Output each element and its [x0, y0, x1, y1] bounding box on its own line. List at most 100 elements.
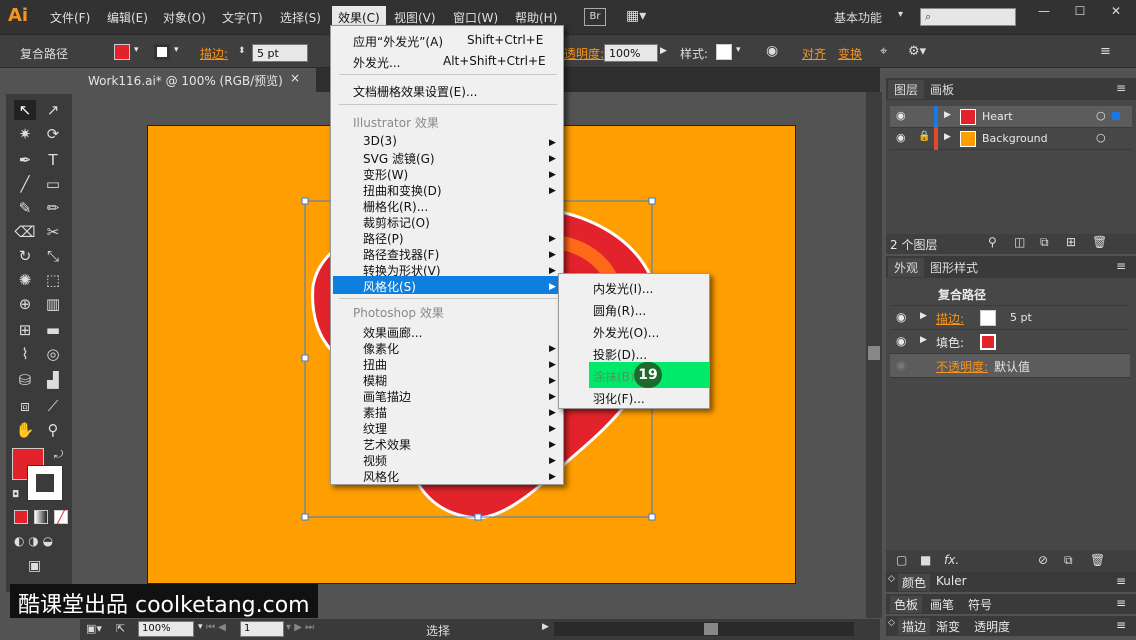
tab-appearance[interactable]: 外观 — [888, 258, 925, 277]
zoom-field[interactable]: 100% — [138, 621, 194, 637]
menu-item-rasterize[interactable]: 栅格化(R)... — [363, 198, 428, 215]
none-mode-icon[interactable]: ╱ — [54, 510, 68, 524]
new-layer-icon[interactable]: ⊞ — [1066, 235, 1076, 249]
fill-swatch[interactable] — [114, 44, 130, 60]
appearance-opacity-label[interactable]: 不透明度: — [936, 358, 988, 375]
zoom-dropdown-icon[interactable]: ▾ — [198, 622, 203, 632]
appearance-fill-row[interactable]: ◉ ▶ 填色: — [890, 330, 1130, 354]
document-tab[interactable]: Work116.ai* @ 100% (RGB/预览) × — [80, 68, 316, 92]
menu-item-sketch[interactable]: 素描 — [363, 404, 387, 421]
clear-appearance-icon[interactable]: ⊘ — [1038, 553, 1048, 567]
next-artboard-icon[interactable]: ▾ ▶ ⏭ — [286, 622, 314, 633]
screen-mode-icon[interactable]: ▣ — [28, 558, 41, 574]
eyedropper-icon[interactable]: ⌇ — [14, 344, 36, 364]
submenu-inner-glow[interactable]: 内发光(I)... — [593, 280, 653, 297]
appearance-stroke-label[interactable]: 描边: — [936, 310, 964, 327]
layer-row-heart[interactable]: ◉ ▶ Heart ○ — [890, 106, 1132, 128]
gradient-tool-icon[interactable]: ▬ — [42, 320, 64, 340]
scroll-thumb[interactable] — [704, 623, 718, 635]
scissors-icon[interactable]: ✂ — [42, 222, 64, 242]
menu-item-stylize[interactable]: 风格化(S) — [363, 278, 416, 295]
style-swatch[interactable] — [716, 44, 732, 60]
tab-stroke[interactable]: 描边 — [898, 618, 931, 635]
menu-help[interactable]: 帮助(H) — [515, 9, 557, 26]
menu-window[interactable]: 窗口(W) — [453, 9, 498, 26]
first-artboard-icon[interactable]: ⏮ ◀ — [206, 622, 226, 633]
free-transform-icon[interactable]: ⬚ — [42, 270, 64, 290]
target-circle-icon[interactable]: ○ — [1096, 109, 1106, 122]
opacity-label[interactable]: 透明度: — [564, 45, 604, 62]
type-tool-icon[interactable]: T — [42, 150, 64, 170]
expand-arrow-icon[interactable]: ▶ — [920, 311, 927, 321]
menu-item-warp[interactable]: 变形(W) — [363, 166, 408, 183]
tab-layers[interactable]: 图层 — [888, 80, 925, 99]
pen-tool-icon[interactable]: ✒ — [14, 150, 36, 170]
symbol-sprayer-icon[interactable]: ⛁ — [14, 370, 36, 390]
menu-item-effect-gallery[interactable]: 效果画廊... — [363, 324, 422, 341]
arrange-documents-icon[interactable]: ▦▾ — [626, 8, 654, 26]
recolor-icon[interactable]: ◉ — [766, 43, 778, 59]
swap-colors-icon[interactable]: ⤾ — [54, 448, 63, 462]
workspace-chevron-icon[interactable]: ▾ — [898, 9, 903, 20]
close-tab-icon[interactable]: × — [290, 71, 300, 85]
minimize-button[interactable]: — — [1026, 4, 1062, 20]
menu-item-ps-stylize[interactable]: 风格化 — [363, 468, 399, 485]
tab-transparency[interactable]: 透明度 — [974, 618, 1010, 635]
appearance-fill-swatch[interactable] — [980, 334, 996, 350]
stroke-swatch[interactable] — [154, 44, 170, 60]
rectangle-tool-icon[interactable]: ▭ — [42, 174, 64, 194]
paintbrush-icon[interactable]: ✎ — [14, 198, 36, 218]
clipping-mask-icon[interactable]: ◫ — [1014, 235, 1025, 249]
target-circle-icon[interactable]: ○ — [1096, 131, 1106, 144]
hand-tool-icon[interactable]: ✋ — [14, 420, 36, 440]
stroke-stepper-icon[interactable]: ⬍ — [238, 46, 246, 56]
line-tool-icon[interactable]: ╱ — [14, 174, 36, 194]
visibility-eye-icon[interactable]: ◉ — [896, 109, 906, 122]
menu-item-svg-filters[interactable]: SVG 滤镜(G) — [363, 150, 435, 167]
panel-menu-icon[interactable]: ≡ — [1100, 44, 1111, 59]
visibility-eye-icon[interactable]: ◉ — [896, 334, 906, 348]
menu-item-crop-marks[interactable]: 裁剪标记(O) — [363, 214, 430, 231]
style-dropdown-icon[interactable]: ▾ — [736, 45, 741, 55]
submenu-round-corners[interactable]: 圆角(R)... — [593, 302, 646, 319]
status-menu-icon[interactable]: ▶ — [542, 622, 549, 632]
menu-apply-last-effect[interactable]: 应用“外发光”(A) Shift+Ctrl+E — [353, 33, 543, 50]
visibility-eye-icon[interactable]: ◉ — [896, 131, 906, 144]
horizontal-scrollbar[interactable] — [554, 622, 854, 636]
layer-name[interactable]: Background — [982, 132, 1048, 145]
menu-item-texture[interactable]: 纹理 — [363, 420, 387, 437]
panel-menu-icon[interactable]: ≡ — [1116, 259, 1126, 273]
workspace-switcher[interactable]: 基本功能 — [834, 9, 882, 26]
search-input[interactable]: ⌕ — [920, 8, 1016, 26]
draw-modes-icon[interactable]: ◐ ◑ ◒ — [14, 534, 53, 548]
visibility-eye-icon[interactable]: ◉ — [896, 358, 906, 372]
vertical-scrollbar[interactable] — [866, 92, 882, 618]
slice-tool-icon[interactable]: ⟋ — [42, 396, 64, 416]
add-effect-button[interactable]: fx. — [944, 553, 959, 567]
menu-type[interactable]: 文字(T) — [222, 9, 263, 26]
stroke-weight-label[interactable]: 描边: — [200, 45, 228, 62]
color-mode-icon[interactable] — [14, 510, 28, 524]
shape-builder-icon[interactable]: ⊕ — [14, 294, 36, 314]
appearance-stroke-swatch[interactable] — [980, 310, 996, 326]
stroke-weight-field[interactable]: 5 pt — [252, 44, 308, 62]
expand-arrow-icon[interactable]: ▶ — [944, 132, 951, 142]
menu-last-effect[interactable]: 外发光... Alt+Shift+Ctrl+E — [353, 54, 546, 71]
add-fill-icon[interactable]: ■ — [920, 553, 931, 567]
stroke-dropdown-icon[interactable]: ▾ — [174, 45, 179, 55]
opacity-dropdown-icon[interactable]: ▶ — [660, 46, 667, 56]
menu-select[interactable]: 选择(S) — [280, 9, 321, 26]
tab-swatches[interactable]: 色板 — [890, 596, 923, 613]
menu-object[interactable]: 对象(O) — [163, 9, 206, 26]
export-icon[interactable]: ⇱ — [116, 622, 125, 635]
tab-brushes[interactable]: 画笔 — [930, 596, 954, 613]
scroll-thumb[interactable] — [868, 346, 880, 360]
duplicate-item-icon[interactable]: ⧉ — [1064, 553, 1073, 568]
artboard-tool-icon[interactable]: ⧈ — [14, 396, 36, 416]
expand-arrow-icon[interactable]: ▶ — [944, 110, 951, 120]
delete-item-icon[interactable]: 🗑 — [1090, 553, 1105, 567]
menu-item-path[interactable]: 路径(P) — [363, 230, 404, 247]
delete-layer-icon[interactable]: 🗑 — [1092, 235, 1107, 249]
new-sublayer-icon[interactable]: ⧉ — [1040, 235, 1049, 250]
gradient-mode-icon[interactable] — [34, 510, 48, 524]
